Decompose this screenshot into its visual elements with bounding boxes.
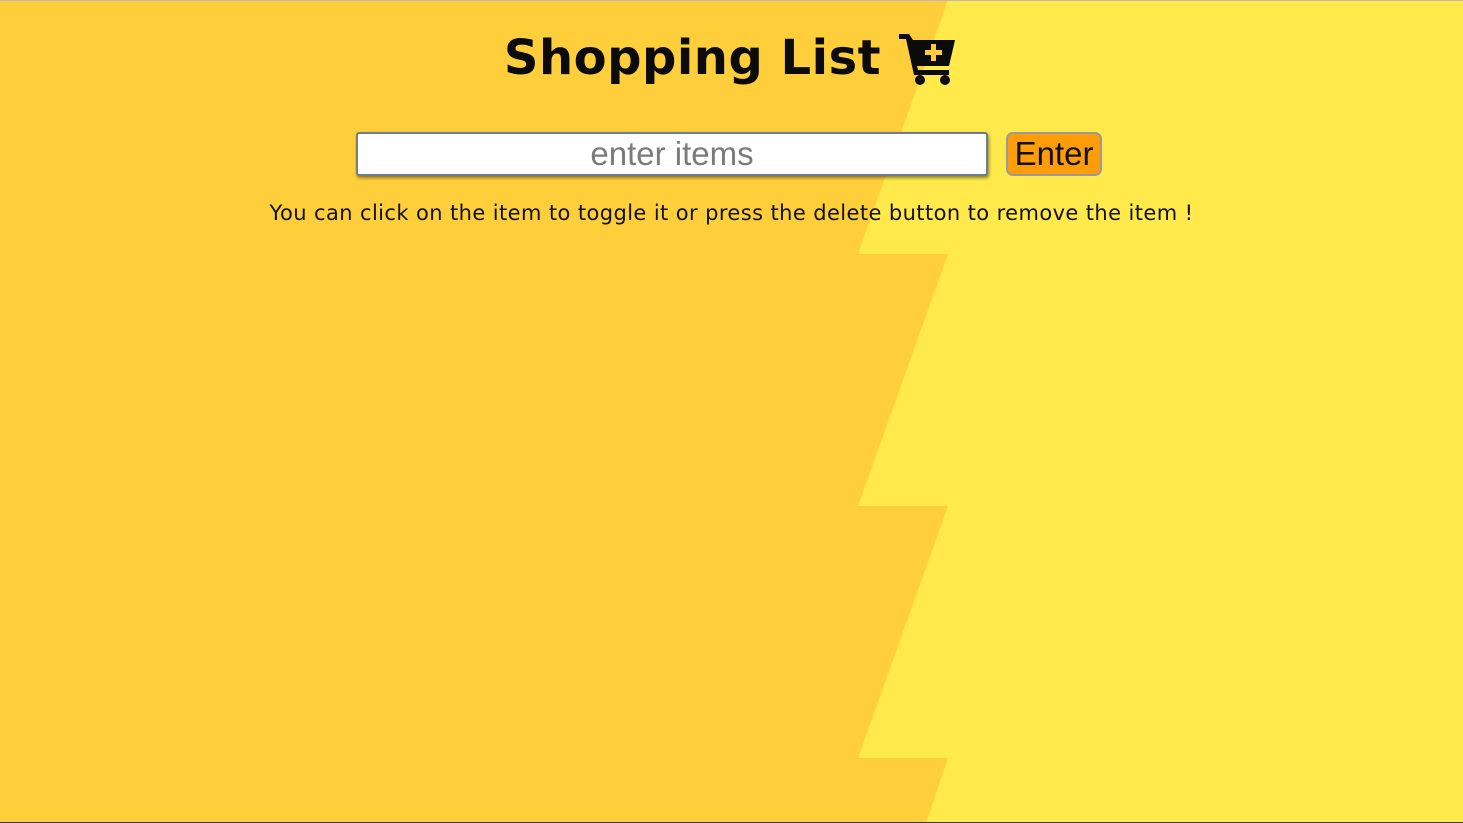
enter-button[interactable]: Enter	[1006, 132, 1102, 176]
instructions-text: You can click on the item to toggle it o…	[269, 201, 1194, 225]
page-title: Shopping List	[503, 30, 882, 86]
add-item-form: Enter	[356, 132, 1102, 176]
header: Shopping List	[0, 30, 1463, 86]
cart-plus-icon	[899, 34, 956, 85]
top-border	[0, 0, 1463, 1]
background-pattern	[0, 0, 1463, 823]
item-input[interactable]	[356, 132, 988, 176]
